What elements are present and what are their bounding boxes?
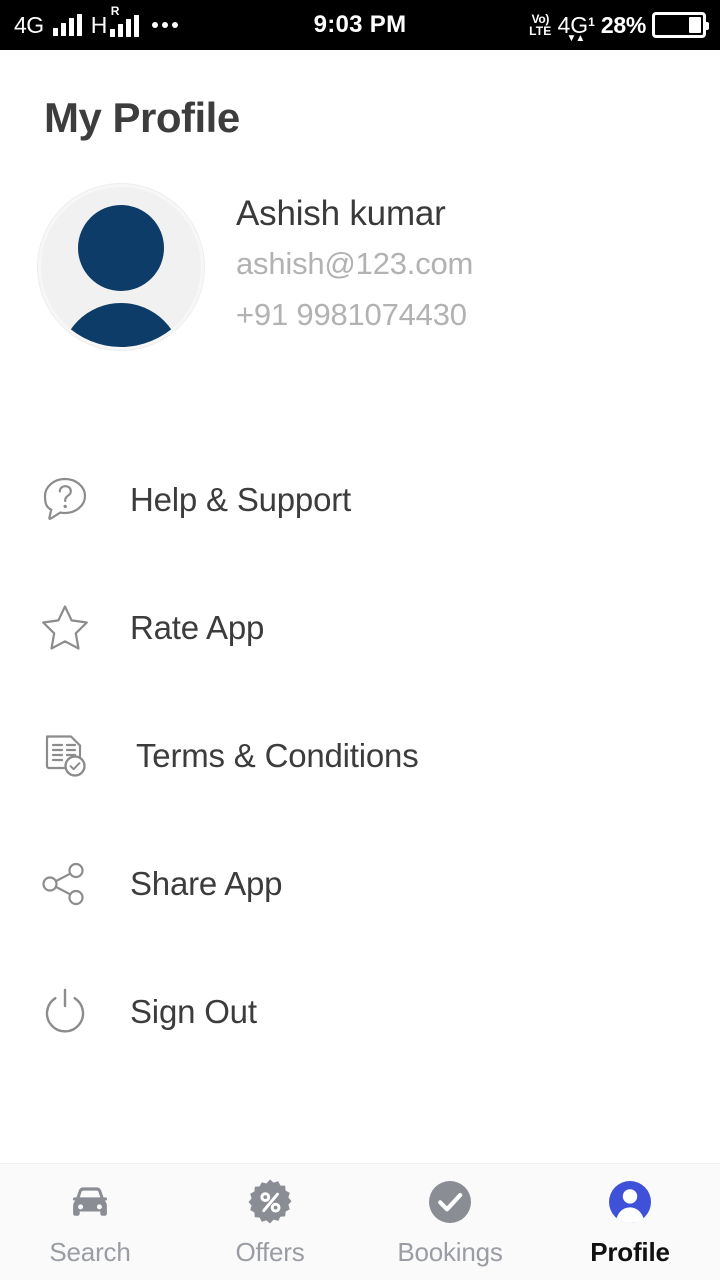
profile-email: ashish@123.com [236, 245, 474, 281]
nav-tab-label: Offers [235, 1237, 305, 1267]
avatar-head [78, 205, 164, 291]
menu-item-terms-conditions[interactable]: Terms & Conditions [0, 692, 720, 820]
person-circle-icon [604, 1176, 656, 1228]
nav-tab-search[interactable]: Search [0, 1164, 180, 1280]
sim-index-label: 1 [588, 14, 595, 29]
page-title: My Profile [44, 94, 240, 141]
star-outline-icon [36, 599, 94, 657]
menu-item-label: Share App [130, 865, 283, 902]
page-content: My Profile Ashish kumar ashish@123.com +… [0, 50, 720, 1163]
menu-item-help-support[interactable]: Help & Support [0, 436, 720, 564]
menu-item-label: Sign Out [130, 993, 257, 1030]
menu-item-share-app[interactable]: Share App [0, 820, 720, 948]
menu-item-sign-out[interactable]: Sign Out [0, 948, 720, 1076]
nav-tab-label: Profile [590, 1237, 670, 1267]
profile-details: Ashish kumar ashish@123.com +91 99810744… [204, 184, 473, 338]
volte-line-2: LTE [529, 24, 552, 38]
network-type-label-2-group: 4G 1 ▼▲ [557, 13, 595, 43]
menu-item-label: Terms & Conditions [136, 737, 419, 774]
volte-icon: Vo) LTE [529, 13, 551, 37]
battery-percent-label: 28% [600, 11, 646, 38]
menu-item-label: Rate App [130, 609, 265, 646]
status-bar: 4G H R 9:03 PM Vo) LTE 4G 1 ▼▲ 28% [0, 0, 720, 50]
battery-icon [652, 12, 709, 38]
profile-menu-list: Help & Support Rate App Terms & Conditio… [0, 436, 720, 1076]
profile-screen: 4G H R 9:03 PM Vo) LTE 4G 1 ▼▲ 28% My Pr… [0, 0, 720, 1280]
battery-fill [688, 17, 701, 33]
help-question-bubble-icon [36, 471, 94, 529]
data-transfer-arrows-icon: ▼▲ [566, 32, 585, 44]
menu-item-rate-app[interactable]: Rate App [0, 564, 720, 692]
nav-tab-profile[interactable]: Profile [540, 1164, 720, 1280]
profile-summary[interactable]: Ashish kumar ashish@123.com +91 99810744… [0, 142, 720, 350]
percent-badge-icon [244, 1176, 296, 1228]
nav-tab-offers[interactable]: Offers [180, 1164, 360, 1280]
share-nodes-icon [36, 855, 94, 913]
nav-tab-label: Search [49, 1237, 131, 1267]
check-circle-icon [424, 1176, 476, 1228]
car-icon [64, 1176, 116, 1228]
menu-item-label: Help & Support [130, 481, 351, 518]
avatar-body [60, 303, 182, 347]
profile-phone: +91 9981074430 [236, 296, 467, 332]
document-check-icon [36, 727, 94, 785]
bottom-navigation-bar: Search Offers Bookings Profile [0, 1163, 720, 1280]
status-bar-right: Vo) LTE 4G 1 ▼▲ 28% [529, 11, 709, 43]
user-avatar-icon[interactable] [38, 184, 204, 350]
profile-name: Ashish kumar [236, 194, 446, 233]
power-icon [36, 983, 94, 1041]
nav-tab-bookings[interactable]: Bookings [360, 1164, 540, 1280]
nav-tab-label: Bookings [397, 1237, 503, 1267]
